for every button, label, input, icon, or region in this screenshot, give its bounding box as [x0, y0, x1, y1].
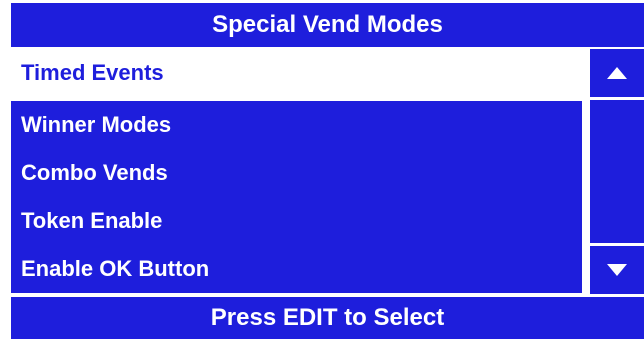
menu-item-label: Timed Events	[21, 60, 164, 85]
page-title: Special Vend Modes	[212, 11, 443, 38]
menu-item-token-enable[interactable]: Token Enable	[11, 197, 582, 245]
menu-item-timed-events[interactable]: Timed Events	[11, 49, 582, 97]
menu-item-label: Winner Modes	[21, 112, 172, 137]
title-bar: Special Vend Modes	[11, 3, 644, 47]
triangle-up-icon	[607, 67, 627, 79]
menu-list: Timed Events Winner Modes Combo Vends To…	[11, 49, 582, 294]
scroll-down-button[interactable]	[590, 246, 644, 294]
menu-item-enable-ok-button[interactable]: Enable OK Button	[11, 245, 582, 293]
scrollbar[interactable]	[590, 49, 644, 294]
triangle-down-icon	[607, 264, 627, 276]
menu-item-label: Token Enable	[21, 208, 163, 233]
scroll-track[interactable]	[590, 100, 644, 243]
menu-item-combo-vends[interactable]: Combo Vends	[11, 149, 582, 197]
footer-hint: Press EDIT to Select	[210, 304, 445, 331]
menu-item-winner-modes[interactable]: Winner Modes	[11, 101, 582, 149]
scroll-up-button[interactable]	[590, 49, 644, 97]
footer-bar: Press EDIT to Select	[11, 297, 644, 339]
menu-item-label: Enable OK Button	[21, 256, 210, 281]
menu-item-label: Combo Vends	[21, 160, 168, 185]
